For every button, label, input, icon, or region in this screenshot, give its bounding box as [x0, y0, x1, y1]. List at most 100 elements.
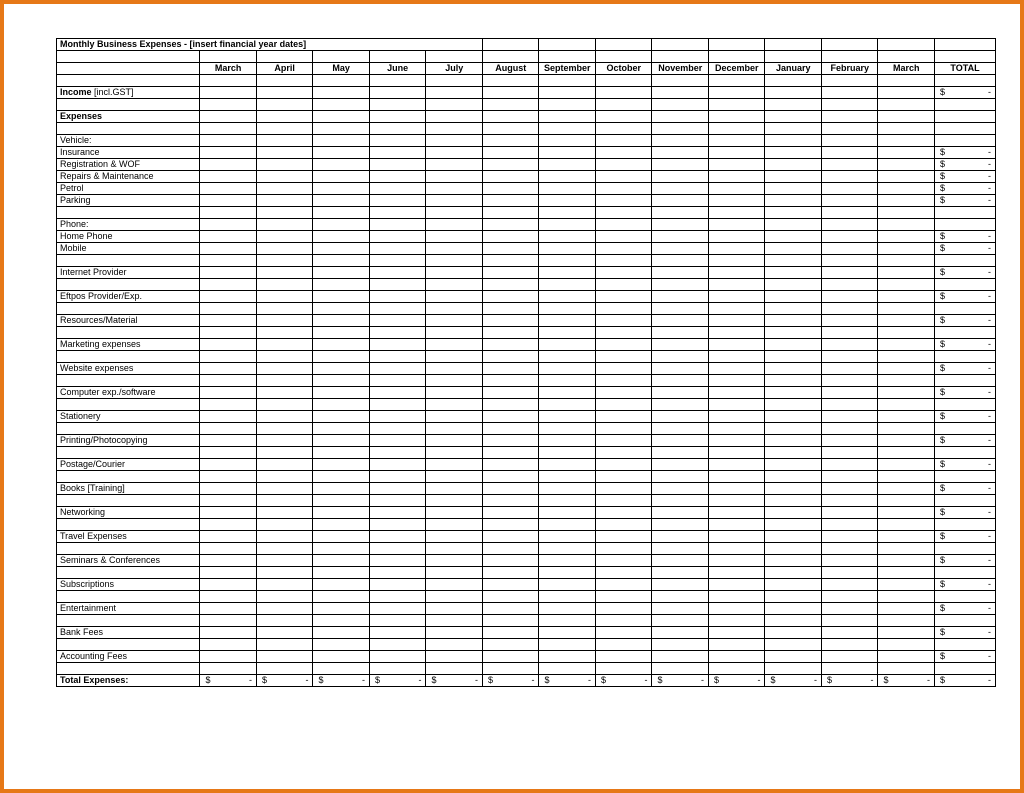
expense-cell[interactable]: [482, 603, 539, 615]
expense-cell[interactable]: [708, 291, 765, 303]
expense-cell[interactable]: [369, 291, 426, 303]
expense-cell[interactable]: [821, 195, 878, 207]
expense-cell[interactable]: [482, 555, 539, 567]
cell[interactable]: [595, 51, 652, 63]
cell[interactable]: [426, 303, 483, 315]
income-cell-11[interactable]: [821, 87, 878, 99]
cell[interactable]: [256, 615, 313, 627]
cell[interactable]: [708, 327, 765, 339]
cell[interactable]: [934, 567, 995, 579]
expense-cell[interactable]: [821, 531, 878, 543]
cell[interactable]: [369, 663, 426, 675]
cell[interactable]: [934, 423, 995, 435]
expense-cell[interactable]: [878, 435, 935, 447]
cell[interactable]: [426, 375, 483, 387]
cell[interactable]: [200, 471, 257, 483]
expense-cell[interactable]: [765, 135, 822, 147]
cell[interactable]: [708, 99, 765, 111]
cell[interactable]: [200, 447, 257, 459]
cell[interactable]: [934, 99, 995, 111]
expense-cell[interactable]: [200, 363, 257, 375]
cell[interactable]: [765, 351, 822, 363]
cell[interactable]: [878, 75, 935, 87]
expense-cell[interactable]: [595, 507, 652, 519]
cell[interactable]: [595, 519, 652, 531]
cell[interactable]: [595, 39, 652, 51]
expense-cell[interactable]: [708, 627, 765, 639]
cell[interactable]: [369, 327, 426, 339]
cell[interactable]: [595, 123, 652, 135]
cell[interactable]: [313, 663, 370, 675]
expense-cell[interactable]: [256, 135, 313, 147]
cell[interactable]: [426, 123, 483, 135]
expense-cell[interactable]: [200, 627, 257, 639]
expense-cell[interactable]: [595, 195, 652, 207]
expense-cell[interactable]: [652, 219, 709, 231]
expense-cell[interactable]: [482, 291, 539, 303]
expense-cell[interactable]: [200, 483, 257, 495]
cell[interactable]: [539, 591, 596, 603]
expense-cell[interactable]: [708, 183, 765, 195]
cell[interactable]: [652, 375, 709, 387]
cell[interactable]: [200, 351, 257, 363]
cell[interactable]: [426, 519, 483, 531]
cell[interactable]: [200, 375, 257, 387]
expense-cell[interactable]: [313, 147, 370, 159]
cell[interactable]: [369, 279, 426, 291]
cell[interactable]: [539, 39, 596, 51]
expense-cell[interactable]: [369, 579, 426, 591]
cell[interactable]: [539, 447, 596, 459]
expense-cell[interactable]: [595, 435, 652, 447]
expense-cell[interactable]: [708, 555, 765, 567]
expense-cell[interactable]: [313, 579, 370, 591]
expense-cell[interactable]: [256, 555, 313, 567]
expense-cell[interactable]: [426, 183, 483, 195]
cell[interactable]: [482, 567, 539, 579]
cell[interactable]: [539, 111, 596, 123]
expense-cell[interactable]: [821, 507, 878, 519]
cell[interactable]: [821, 99, 878, 111]
cell[interactable]: [878, 303, 935, 315]
cell[interactable]: [539, 51, 596, 63]
expense-cell[interactable]: [652, 531, 709, 543]
expense-cell[interactable]: [821, 231, 878, 243]
expense-cell[interactable]: [482, 339, 539, 351]
cell[interactable]: [934, 543, 995, 555]
cell[interactable]: [878, 399, 935, 411]
expense-cell[interactable]: [539, 579, 596, 591]
cell[interactable]: [934, 375, 995, 387]
expense-cell[interactable]: [821, 159, 878, 171]
expense-cell[interactable]: [878, 507, 935, 519]
cell[interactable]: [539, 519, 596, 531]
expense-cell[interactable]: [652, 135, 709, 147]
cell[interactable]: [482, 591, 539, 603]
expense-cell[interactable]: [369, 171, 426, 183]
expense-cell[interactable]: [652, 507, 709, 519]
expense-cell[interactable]: [708, 243, 765, 255]
expense-cell[interactable]: [426, 483, 483, 495]
expense-cell[interactable]: [482, 435, 539, 447]
cell[interactable]: [878, 615, 935, 627]
cell[interactable]: [878, 279, 935, 291]
expense-cell[interactable]: [482, 651, 539, 663]
cell[interactable]: [57, 495, 200, 507]
cell[interactable]: [934, 279, 995, 291]
cell[interactable]: [708, 471, 765, 483]
cell[interactable]: [426, 207, 483, 219]
expense-cell[interactable]: [539, 195, 596, 207]
expense-cell[interactable]: [256, 159, 313, 171]
expense-cell[interactable]: [426, 555, 483, 567]
cell[interactable]: [595, 303, 652, 315]
cell[interactable]: [652, 567, 709, 579]
expense-cell[interactable]: [765, 483, 822, 495]
cell[interactable]: [765, 615, 822, 627]
expense-cell[interactable]: [765, 339, 822, 351]
cell[interactable]: [708, 255, 765, 267]
expense-cell[interactable]: [821, 555, 878, 567]
expense-cell[interactable]: [595, 651, 652, 663]
cell[interactable]: [200, 51, 257, 63]
expense-cell[interactable]: [369, 507, 426, 519]
cell[interactable]: [821, 75, 878, 87]
expense-cell[interactable]: [652, 231, 709, 243]
expense-cell[interactable]: [878, 339, 935, 351]
